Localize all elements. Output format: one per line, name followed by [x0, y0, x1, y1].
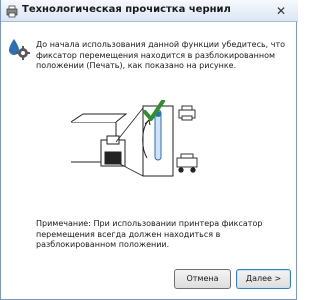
transport-icon: [176, 153, 198, 173]
printer-app-icon: [6, 5, 18, 18]
window-title: Технологическая прочистка чернил: [22, 4, 231, 15]
ink-gear-icon: [9, 39, 30, 60]
instruction-text: До начала использования данной функции у…: [36, 40, 286, 70]
next-button[interactable]: Далее >: [236, 269, 291, 289]
printer-icon: [178, 105, 196, 121]
dialog-window: Технологическая прочистка чернил ✕ До на…: [0, 0, 298, 300]
lock-position-illustration: [71, 100, 198, 177]
cancel-button[interactable]: Отмена: [174, 269, 231, 289]
title-bar[interactable]: Технологическая прочистка чернил ✕: [1, 0, 298, 22]
note-text: Примечание: При использовании принтера ф…: [36, 219, 263, 249]
close-button[interactable]: ✕: [270, 3, 292, 19]
